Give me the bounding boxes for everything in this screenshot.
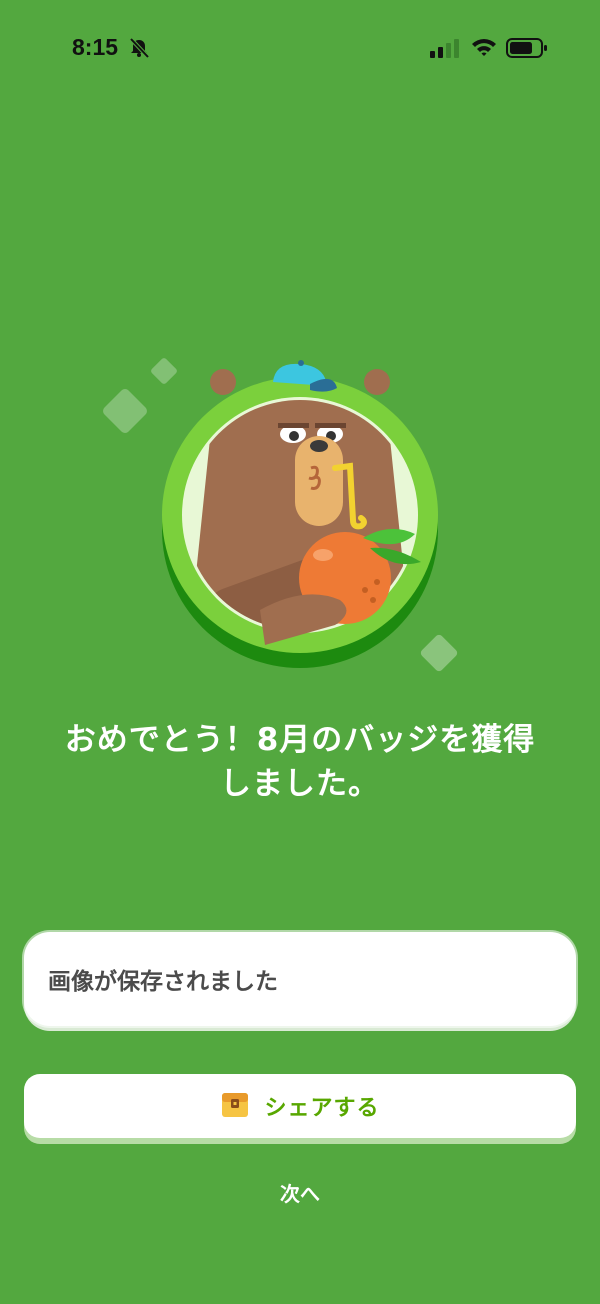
cellular-signal-icon: [430, 38, 462, 62]
battery-icon: [506, 37, 548, 63]
status-time: 8:15: [72, 34, 119, 60]
headline-line-1: おめでとう！8月のバッジを獲得: [64, 722, 536, 758]
bell-slash-icon: [128, 37, 150, 63]
image-saved-toast: 画像が保存されました: [24, 932, 576, 1026]
status-bar: 8:15: [0, 0, 600, 96]
share-button-label: シェアする: [264, 1096, 380, 1121]
treasure-chest-icon: [220, 1089, 250, 1123]
toast-message: 画像が保存されました: [48, 969, 278, 995]
headline-line-2: しました。: [220, 766, 380, 802]
congratulations-headline: おめでとう！8月のバッジを獲得 しました。: [30, 718, 570, 806]
share-button[interactable]: シェアする: [24, 1074, 576, 1138]
wifi-icon: [471, 37, 497, 61]
monthly-badge-illustration: [95, 350, 475, 690]
next-button[interactable]: 次へ: [200, 1178, 400, 1207]
